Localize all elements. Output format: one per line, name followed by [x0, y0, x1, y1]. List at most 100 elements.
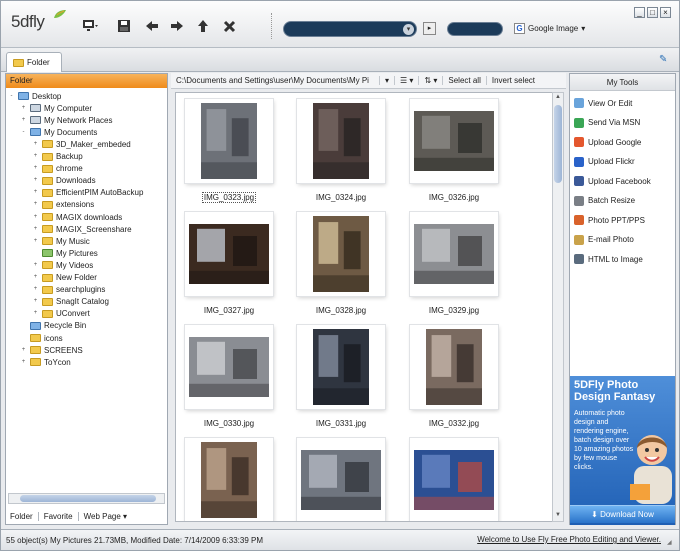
expand-icon[interactable]: + — [20, 117, 27, 124]
thumbnail-item[interactable] — [405, 436, 503, 521]
expand-icon[interactable]: + — [32, 310, 39, 317]
path-text[interactable]: C:\Documents and Settings\user\My Docume… — [171, 76, 379, 85]
expand-icon[interactable]: + — [32, 141, 39, 148]
collapse-icon[interactable]: - — [20, 129, 27, 136]
tool-html[interactable]: HTML to Image — [574, 252, 643, 266]
path-dropdown[interactable]: ▾ — [379, 76, 394, 85]
tool-email[interactable]: E-mail Photo — [574, 233, 634, 247]
thumbnail-item[interactable]: IMG_0329.jpg — [405, 210, 503, 326]
collapse-icon[interactable]: - — [8, 93, 15, 100]
thumbnail-item[interactable]: IMG_0326.jpg — [405, 97, 503, 213]
scroll-down-icon[interactable]: ▼ — [554, 512, 562, 520]
tree-item[interactable]: Recycle Bin — [20, 320, 86, 332]
welcome-link[interactable]: Welcome to Use Fly Free Photo Editing an… — [477, 535, 661, 544]
resize-grip-icon[interactable]: ◢ — [667, 539, 676, 548]
select-all-button[interactable]: Select all — [442, 76, 485, 85]
tree-item[interactable]: + My Videos — [32, 259, 93, 271]
tree-item[interactable]: + New Folder — [32, 272, 97, 284]
chevron-down-icon[interactable]: ▾ — [403, 24, 414, 35]
download-now-button[interactable]: ⬇ Download Now — [570, 505, 675, 523]
go-arrow-button[interactable]: ▸ — [423, 22, 436, 35]
scroll-up-icon[interactable]: ▲ — [554, 94, 562, 102]
tree-item[interactable]: + chrome — [32, 163, 83, 175]
thumbnail-item[interactable]: IMG_0327.jpg — [180, 210, 278, 326]
tree-item[interactable]: + ToYcon — [20, 356, 71, 368]
expand-icon[interactable]: + — [32, 298, 39, 305]
tool-batch-resize[interactable]: Batch Resize — [574, 194, 635, 208]
pin-icon[interactable]: ✎ — [659, 54, 671, 65]
google-image-selector[interactable]: G Google Image ▾ — [514, 23, 585, 34]
path-combo-input[interactable]: ▾ — [283, 21, 417, 37]
tree-item[interactable]: + extensions — [32, 199, 95, 211]
tree-item[interactable]: + My Computer — [20, 102, 92, 114]
thumbnail-item[interactable]: IMG_0323.jpg — [180, 97, 278, 213]
tool-view-edit[interactable]: View Or Edit — [574, 96, 632, 110]
delete-button[interactable] — [220, 17, 238, 35]
view-list-button[interactable]: ☰ ▾ — [394, 76, 418, 85]
thumbnail-scrollbar[interactable]: ▲ ▼ — [552, 92, 564, 522]
tree-item-label: My Videos — [56, 260, 94, 270]
view-mode-button[interactable] — [81, 17, 99, 35]
sort-button[interactable]: ⇅ ▾ — [418, 76, 442, 85]
thumbnail-item[interactable]: IMG_0324.jpg — [292, 97, 390, 213]
tree-item[interactable]: + MAGIX downloads — [32, 211, 123, 223]
tree-item[interactable]: My Pictures — [32, 247, 98, 259]
expand-icon[interactable]: + — [32, 201, 39, 208]
thumbnail-item[interactable]: IMG_0330.jpg — [180, 323, 278, 439]
forward-button[interactable] — [168, 17, 186, 35]
expand-icon[interactable]: + — [32, 238, 39, 245]
ad-banner[interactable]: 5DFly Photo Design Fantasy Automatic pho… — [570, 376, 675, 525]
scrollbar-thumb[interactable] — [20, 495, 156, 502]
tree-item[interactable]: - Desktop — [8, 90, 62, 102]
expand-icon[interactable]: + — [32, 189, 39, 196]
tab-folder[interactable]: Folder — [6, 52, 62, 72]
tree-item[interactable]: +3D_Maker_embeded — [32, 138, 131, 150]
folder-tree-scrollbar[interactable] — [8, 493, 165, 504]
thumbnail-item[interactable]: IMG_0332.jpg — [405, 323, 503, 439]
expand-icon[interactable]: + — [32, 153, 39, 160]
tree-item[interactable]: + searchplugins — [32, 284, 106, 296]
expand-icon[interactable]: + — [32, 286, 39, 293]
tree-item[interactable]: + SnagIt Catalog — [32, 296, 109, 308]
tool-flickr[interactable]: Upload Flickr — [574, 155, 635, 169]
expand-icon[interactable]: + — [32, 274, 39, 281]
expand-icon[interactable]: + — [20, 105, 27, 112]
maximize-button[interactable]: □ — [647, 7, 658, 18]
tree-item[interactable]: icons — [20, 332, 63, 344]
search-input[interactable]: Search — [447, 22, 503, 36]
thumbnail-item[interactable]: IMG_0328.jpg — [292, 210, 390, 326]
tab-folder-bottom[interactable]: Folder — [5, 512, 39, 521]
tool-ppt[interactable]: Photo PPT/PPS — [574, 213, 645, 227]
expand-icon[interactable]: + — [32, 214, 39, 221]
tree-item[interactable]: + My Music — [32, 235, 90, 247]
thumbnail-item[interactable] — [292, 436, 390, 521]
tab-favorite[interactable]: Favorite — [39, 512, 79, 521]
expand-icon[interactable]: + — [32, 262, 39, 269]
tool-google[interactable]: Upload Google — [574, 135, 641, 149]
tool-msn[interactable]: Send Via MSN — [574, 116, 640, 130]
tree-item[interactable]: + UConvert — [32, 308, 90, 320]
expand-icon[interactable]: + — [20, 359, 27, 366]
tree-item[interactable]: + Backup — [32, 151, 83, 163]
tree-item[interactable]: - My Documents — [20, 126, 98, 138]
expand-icon[interactable]: + — [32, 226, 39, 233]
tree-item[interactable]: + My Network Places — [20, 114, 113, 126]
tree-item[interactable]: + SCREENS — [20, 344, 83, 356]
invert-select-button[interactable]: Invert select — [485, 76, 540, 85]
close-button[interactable]: × — [660, 7, 671, 18]
tree-item[interactable]: + EfficientPIM AutoBackup — [32, 187, 144, 199]
tool-facebook[interactable]: Upload Facebook — [574, 174, 651, 188]
expand-icon[interactable]: + — [32, 177, 39, 184]
thumbnail-item[interactable]: IMG_0331.jpg — [292, 323, 390, 439]
scrollbar-thumb[interactable] — [554, 105, 562, 183]
minimize-button[interactable]: _ — [634, 7, 645, 18]
save-button[interactable] — [115, 17, 133, 35]
expand-icon[interactable]: + — [20, 347, 27, 354]
thumbnail-item[interactable] — [180, 436, 278, 521]
tab-web-page[interactable]: Web Page ▾ — [79, 512, 132, 521]
up-button[interactable] — [194, 17, 212, 35]
tree-item[interactable]: + Downloads — [32, 175, 96, 187]
tree-item[interactable]: + MAGIX_Screenshare — [32, 223, 132, 235]
back-button[interactable] — [143, 17, 161, 35]
expand-icon[interactable]: + — [32, 165, 39, 172]
